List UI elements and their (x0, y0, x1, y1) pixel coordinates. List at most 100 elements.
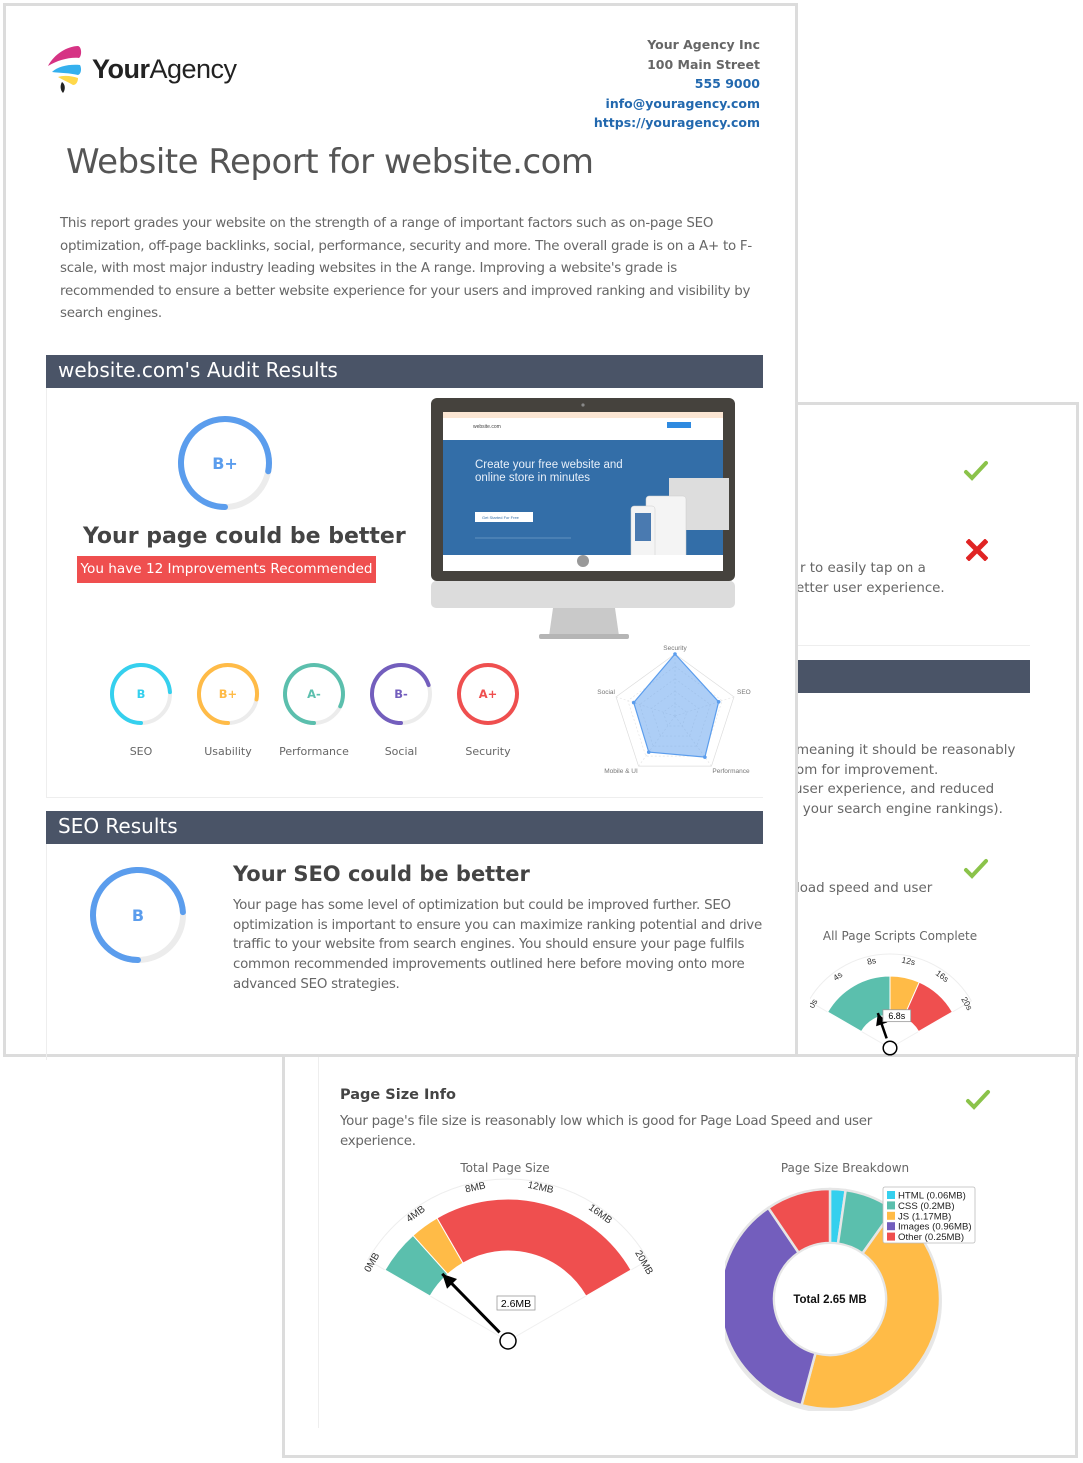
category-label: Security (465, 745, 511, 758)
radar-axis-label: Security (663, 645, 687, 652)
monitor-stand (549, 608, 619, 636)
total-page-size-gauge: 0MB 4MB 8MB 12MB 16MB 20MB 2.6MB (363, 1178, 655, 1350)
audit-headline: Your page could be better (83, 524, 406, 549)
grade-radar-chart: Security SEO Performance Mobile & UI Social (597, 645, 751, 775)
category-grade: B+ (218, 687, 238, 701)
radar-point (646, 750, 651, 754)
website-link[interactable]: https://youragency.com (594, 113, 760, 133)
agency-logo: YourAgency (46, 44, 237, 94)
gauge-tick-label: 16s (934, 968, 951, 984)
category-ring-seo: B (109, 662, 173, 726)
gauge-tick-label: 20MB (632, 1249, 655, 1277)
website-screenshot: website.com Create your free website and… (431, 398, 735, 639)
gauge-tick-label: 12MB (527, 1180, 555, 1196)
category-label: Social (384, 745, 418, 758)
signup-button (667, 422, 691, 428)
gauge-tick-label: 8s (866, 955, 877, 967)
radar-axis-label: Performance (712, 768, 750, 775)
radar-axis-label: Mobile & UI (604, 768, 638, 775)
company-name: Your Agency Inc (647, 37, 760, 52)
legend-swatch (887, 1201, 895, 1210)
gauge-value-label: 2.6MB (501, 1298, 531, 1310)
report-page-3: Page Size Info Your page's file size is … (282, 1050, 1078, 1458)
category-grade: A+ (478, 687, 498, 701)
improvements-badge[interactable]: You have 12 Improvements Recommended (77, 556, 376, 583)
tap-targets-text-2: etter user experience. (796, 581, 945, 596)
legend-label: HTML (0.06MB) (898, 1191, 966, 1202)
speed-text-1: meaning it should be reasonably (796, 743, 1016, 758)
scroll-down-button (577, 555, 589, 567)
seo-grade-ring: B (89, 866, 187, 964)
audit-section-header: website.com's Audit Results (46, 355, 763, 388)
logo-text-bold: Your (92, 53, 150, 84)
hero-line-2: online store in minutes (475, 472, 590, 484)
email-link[interactable]: info@youragency.com (594, 94, 760, 114)
radar-axis-label: Social (597, 689, 615, 696)
speed-text-2: om for improvement. (796, 763, 939, 778)
gauge-tick-label: 0s (810, 997, 819, 1010)
radar-axis-label: SEO (737, 689, 751, 696)
report-page-1: YourAgency Your Agency Inc 100 Main Stre… (3, 3, 798, 1060)
divider (790, 645, 1030, 646)
seo-description: Your page has some level of optimization… (233, 898, 762, 992)
phone-link[interactable]: 555 9000 (594, 74, 760, 94)
monitor-camera (581, 403, 585, 407)
category-ring-usability: B+ (196, 662, 260, 726)
total-page-size-title: Total Page Size (460, 1161, 550, 1175)
overall-grade: B+ (212, 453, 238, 473)
page-size-title: Page Size Info (340, 1087, 457, 1103)
category-grade: B (136, 687, 146, 701)
overall-grade-ring: B+ (177, 415, 273, 511)
category-ring-security: A+ (456, 662, 520, 726)
category-ring-performance: A- (282, 662, 346, 726)
pie-center-label: Total 2.65 MB (793, 1294, 866, 1306)
promo-banner (443, 412, 723, 418)
gauge-hub (499, 1332, 517, 1350)
category-ring-social: B- (369, 662, 433, 726)
seo-section-header: SEO Results (46, 811, 763, 844)
seo-headline: Your SEO could be better (233, 862, 530, 886)
category-grade: A- (307, 687, 321, 701)
gauge-tick-label: 20s (959, 995, 975, 1012)
radar-point (716, 700, 721, 704)
legend-swatch (887, 1222, 895, 1231)
page-size-breakdown-pie: Total 2.65 MB HTML (0.06MB)CSS (0.2MB)JS … (725, 1186, 976, 1411)
column-divider (318, 1053, 319, 1428)
gauge-tick-label: 8MB (464, 1180, 487, 1195)
legend-swatch (887, 1232, 895, 1241)
tap-targets-text-1: r to easily tap on a (800, 561, 926, 576)
agency-contact: Your Agency Inc 100 Main Street 555 9000… (594, 35, 760, 133)
speed-text-3: user experience, and reduced (794, 782, 995, 797)
legend-label: Images (0.96MB) (898, 1222, 972, 1233)
page-size-description: Your page's file size is reasonably low … (340, 1114, 873, 1149)
category-label: Performance (279, 745, 349, 758)
logo-mark-icon (48, 46, 82, 93)
section-header-bar (790, 660, 1030, 693)
legend-label: Other (0.25MB) (898, 1232, 964, 1243)
check-icon (964, 461, 988, 481)
page-size-breakdown-title: Page Size Breakdown (780, 1161, 910, 1175)
site-logo: website.com (473, 424, 501, 430)
check-icon (964, 859, 988, 879)
gauge-value-label: 6.8s (888, 1011, 905, 1021)
gauge-tick-label: 16MB (586, 1202, 614, 1226)
scripts-complete-title: All Page Scripts Complete (822, 929, 978, 943)
monitor-chin (431, 581, 735, 608)
category-label: SEO (129, 745, 153, 758)
report-title: Website Report for website.com (66, 142, 594, 182)
radar-point (673, 652, 677, 656)
cta-label: Get Started For Free (482, 515, 520, 520)
category-label: Usability (204, 745, 252, 758)
speed-text-4: : your search engine rankings). (794, 802, 1003, 817)
hero-line-1: Create your free website and (475, 459, 623, 471)
cross-icon (966, 539, 988, 561)
gauge-hub (882, 1040, 898, 1056)
gauge-tick-label: 4s (831, 969, 844, 982)
report-page-2: r to easily tap on a etter user experien… (790, 402, 1079, 1057)
radar-point (703, 755, 707, 759)
street-address: 100 Main Street (647, 56, 760, 72)
radar-point (631, 700, 636, 705)
legend-label: CSS (0.2MB) (898, 1201, 955, 1212)
seo-grade: B (131, 905, 145, 925)
legend-swatch (887, 1191, 895, 1199)
